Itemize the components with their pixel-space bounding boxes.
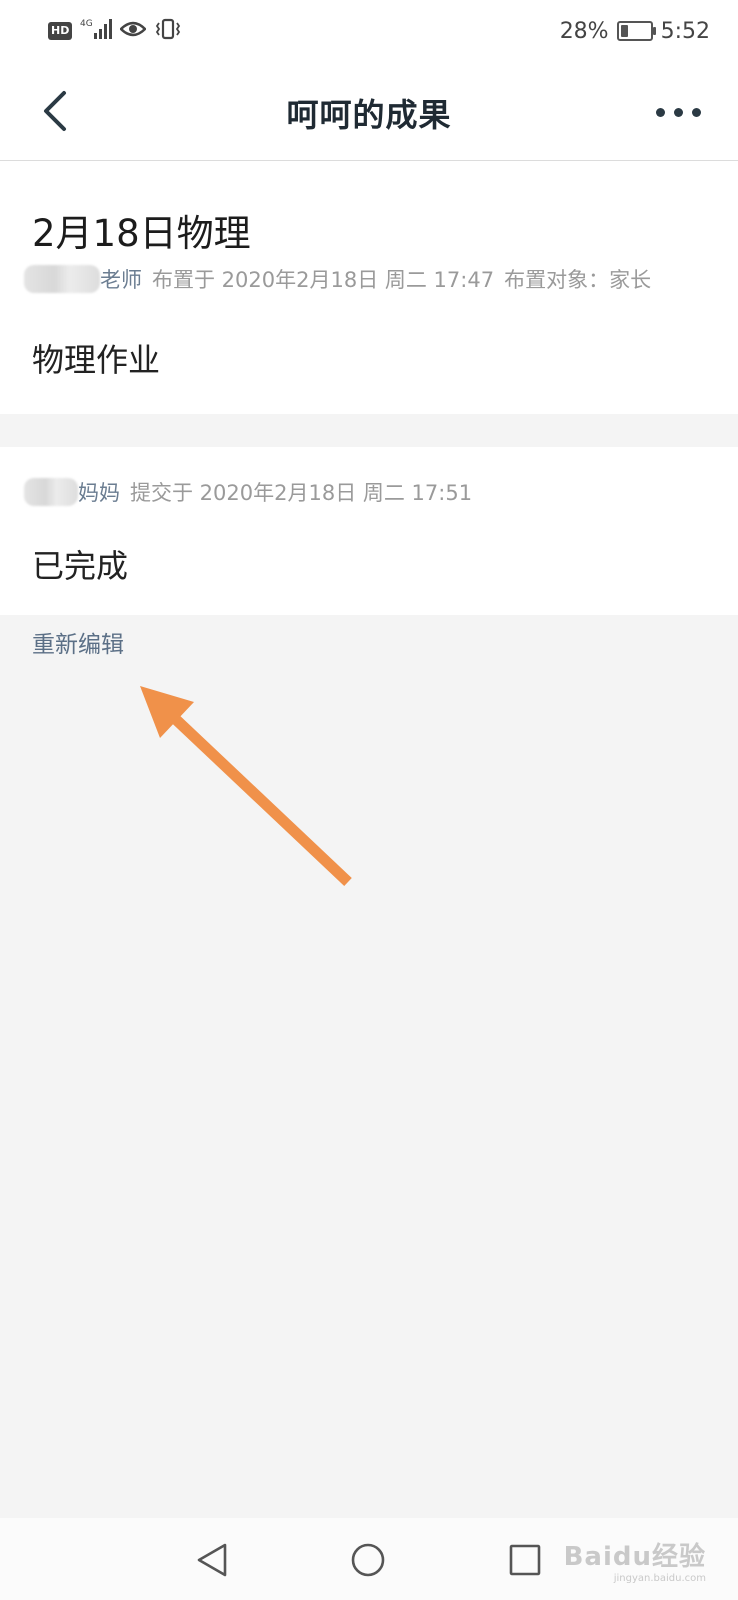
square-recents-icon [509, 1544, 541, 1576]
nav-home-button[interactable] [348, 1540, 388, 1580]
watermark-url: jingyan.baidu.com [613, 1573, 706, 1584]
nav-back-button[interactable] [192, 1540, 232, 1580]
circle-home-icon [351, 1543, 385, 1577]
triangle-back-icon [197, 1543, 227, 1577]
baidu-watermark: Baidu经验 jingyan.baidu.com [564, 1536, 706, 1584]
nav-recents-button[interactable] [505, 1540, 545, 1580]
watermark-brand: Baidu经验 [563, 1542, 706, 1572]
annotation-arrow-icon [140, 686, 352, 886]
system-nav-bar: Baidu经验 jingyan.baidu.com [0, 1518, 738, 1600]
